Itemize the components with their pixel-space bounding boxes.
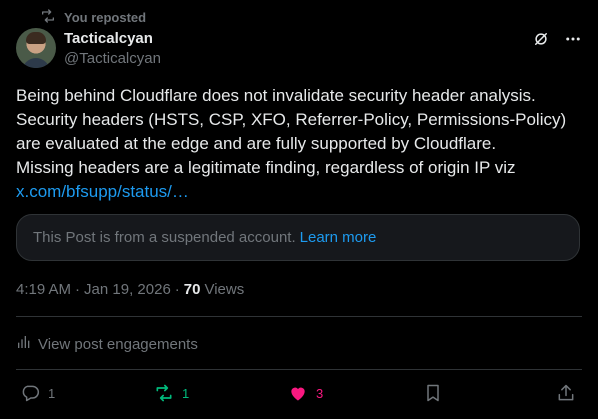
views-count: 70 xyxy=(183,281,201,298)
meta-separator: · xyxy=(174,281,180,298)
post-meta: 4:19 AM · Jan 19, 2026 · 70 Views xyxy=(16,281,244,298)
repost-icon xyxy=(154,383,174,403)
reply-count: 1 xyxy=(48,385,56,401)
author-handle[interactable]: @Tacticalcyan xyxy=(64,49,161,68)
view-engagements-button[interactable]: View post engagements xyxy=(16,334,198,354)
post-text-line: Missing headers are a legitimate finding… xyxy=(16,158,516,177)
more-icon[interactable] xyxy=(564,30,582,48)
post-text-line: Being behind Cloudflare does not invalid… xyxy=(16,86,536,105)
reply-button[interactable]: 1 xyxy=(20,383,55,403)
meta-separator: · xyxy=(75,281,81,298)
like-button[interactable]: 3 xyxy=(288,383,323,403)
author-display-name[interactable]: Tacticalcyan xyxy=(64,29,161,48)
bookmark-button[interactable] xyxy=(423,383,443,403)
repost-icon xyxy=(40,8,56,27)
analytics-icon xyxy=(16,334,32,354)
repost-count: 1 xyxy=(182,385,190,401)
like-count: 3 xyxy=(316,385,324,401)
bookmark-icon xyxy=(423,383,443,403)
learn-more-link[interactable]: Learn more xyxy=(300,229,377,246)
divider xyxy=(16,316,582,317)
suspended-text: This Post is from a suspended account. xyxy=(33,229,296,246)
post-time[interactable]: 4:19 AM xyxy=(16,281,71,298)
author-block: Tacticalcyan @Tacticalcyan xyxy=(64,29,161,68)
post-text-line: Security headers (HSTS, CSP, XFO, Referr… xyxy=(16,110,567,129)
repost-label: You reposted xyxy=(64,10,147,25)
post-top-actions xyxy=(532,30,582,48)
grok-icon[interactable] xyxy=(532,30,550,48)
post-link[interactable]: x.com/bfsupp/status/… xyxy=(16,180,582,204)
suspended-quote-card: This Post is from a suspended account. L… xyxy=(16,214,580,261)
reply-icon xyxy=(20,383,40,403)
post-text-line: are evaluated at the edge and are fully … xyxy=(16,134,497,153)
share-icon xyxy=(556,383,576,403)
view-engagements-label: View post engagements xyxy=(38,335,198,353)
post-date[interactable]: Jan 19, 2026 xyxy=(84,281,171,298)
divider xyxy=(16,369,582,370)
avatar[interactable] xyxy=(16,28,56,68)
action-bar: 1 1 3 xyxy=(20,383,578,407)
share-button[interactable] xyxy=(556,383,576,403)
repost-button[interactable]: 1 xyxy=(154,383,189,403)
repost-indicator[interactable]: You reposted xyxy=(40,8,146,27)
post-text: Being behind Cloudflare does not invalid… xyxy=(16,84,582,204)
views-label: Views xyxy=(204,281,245,298)
heart-icon xyxy=(288,383,308,403)
